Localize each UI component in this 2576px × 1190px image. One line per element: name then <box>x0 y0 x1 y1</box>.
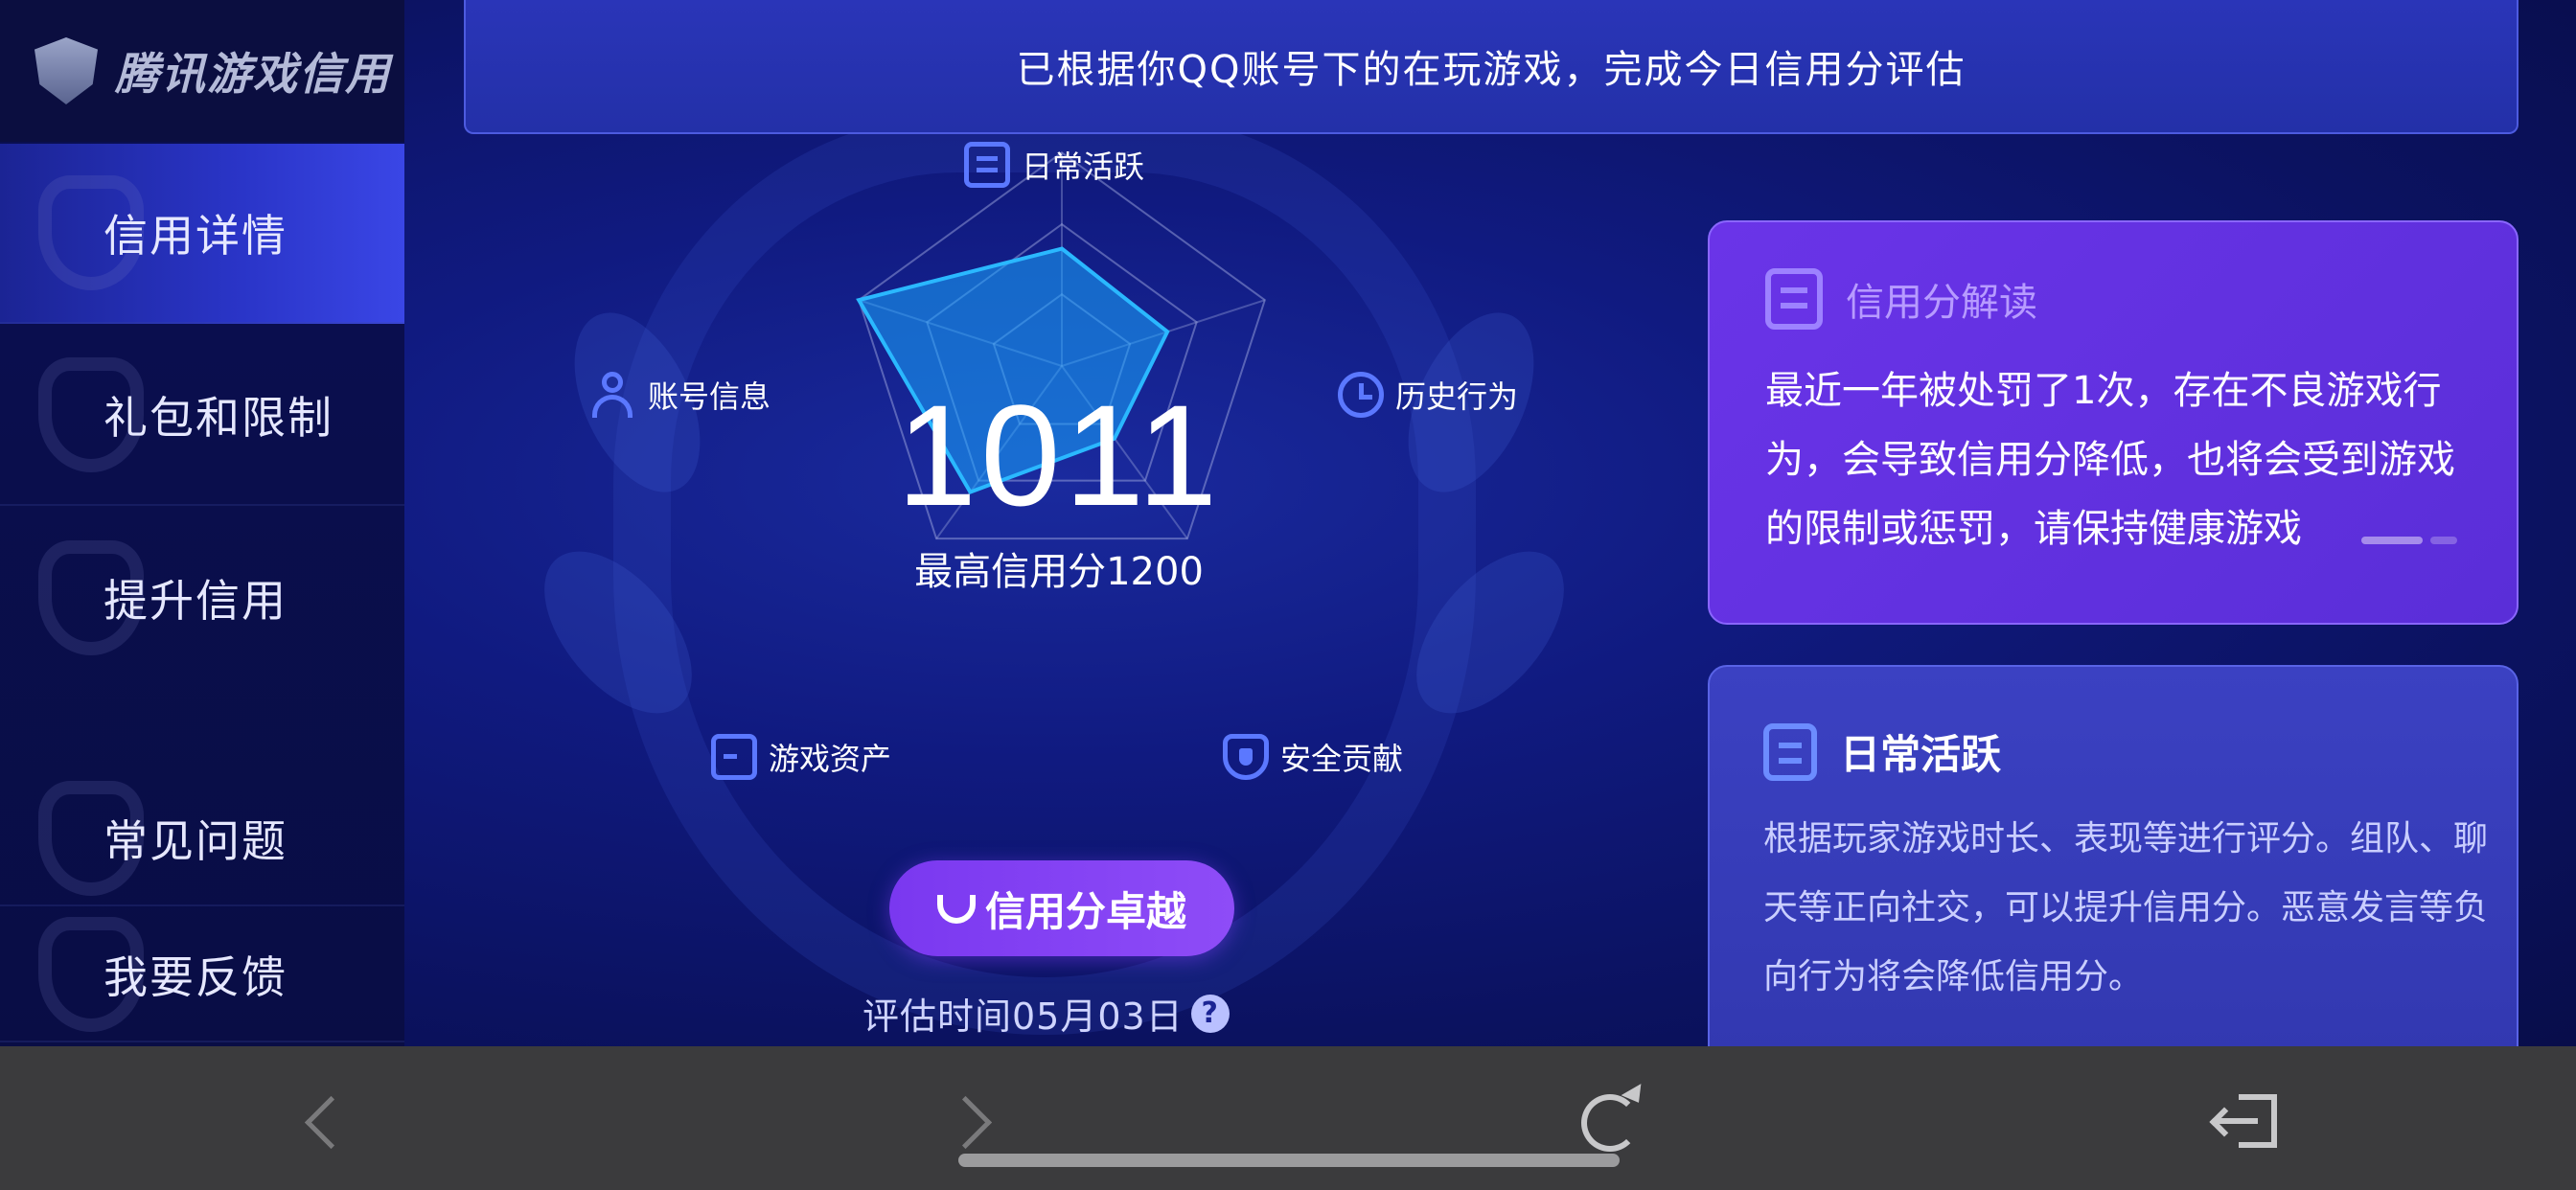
radar-label-daily-active[interactable]: 日常活跃 <box>964 142 1144 188</box>
credit-level-button[interactable]: 信用分卓越 <box>889 860 1234 956</box>
clock-icon <box>1338 372 1384 418</box>
radar-label-text: 账号信息 <box>648 378 771 415</box>
document-icon <box>1763 722 1817 781</box>
card-body-text: 最近一年被处罚了1次，存在不良游戏行为，会导致信用分降低，也将会受到游戏的限制或… <box>1765 369 2455 551</box>
credit-level-label: 信用分卓越 <box>984 887 1186 935</box>
evaluation-time-text: 评估时间05月03日 <box>862 995 1184 1038</box>
credit-score-value: 1011 <box>896 375 1222 536</box>
radar-label-account-info[interactable]: 账号信息 <box>590 372 770 418</box>
radar-label-history-behavior[interactable]: 历史行为 <box>1338 372 1518 418</box>
card-title-text: 信用分解读 <box>1846 281 2037 325</box>
wallet-icon <box>711 734 757 780</box>
exit-button[interactable] <box>2209 1085 2287 1161</box>
forward-button[interactable] <box>930 1085 1006 1161</box>
carousel-indicator[interactable] <box>2354 537 2457 544</box>
smile-icon <box>936 889 976 927</box>
radar-label-text: 安全贡献 <box>1280 741 1404 777</box>
daily-active-card: 日常活跃 根据玩家游戏时长、表现等进行评分。组队、聊天等正向社交，可以提升信用分… <box>1708 665 2518 1067</box>
document-icon <box>1765 268 1823 330</box>
evaluation-time: 评估时间05月03日 ? <box>862 987 1230 1040</box>
chevron-right-icon <box>938 1095 993 1150</box>
user-icon <box>590 372 636 418</box>
credit-interpretation-card: 信用分解读 最近一年被处罚了1次，存在不良游戏行为，会导致信用分降低，也将会受到… <box>1708 220 2518 625</box>
card-title: 信用分解读 <box>1765 268 2037 330</box>
card-body-text: 根据玩家游戏时长、表现等进行评分。组队、聊天等正向社交，可以提升信用分。恶意发言… <box>1763 819 2489 996</box>
card-title-text: 日常活跃 <box>1840 731 2002 778</box>
help-icon[interactable]: ? <box>1190 994 1230 1033</box>
radar-label-text: 日常活跃 <box>1022 149 1145 185</box>
shield-icon <box>1223 734 1269 780</box>
radar-label-text: 历史行为 <box>1395 378 1519 415</box>
max-score-text: 最高信用分1200 <box>914 550 1204 594</box>
home-indicator <box>958 1154 1620 1167</box>
radar-label-security-contribution[interactable]: 安全贡献 <box>1223 734 1403 780</box>
card-title: 日常活跃 <box>1763 722 2001 781</box>
reload-button[interactable] <box>1572 1084 1649 1161</box>
back-button[interactable] <box>288 1085 364 1161</box>
document-icon <box>964 142 1010 188</box>
radar-label-game-assets[interactable]: 游戏资产 <box>711 734 891 780</box>
radar-label-text: 游戏资产 <box>769 741 892 777</box>
chevron-left-icon <box>304 1095 358 1150</box>
browser-toolbar <box>0 1046 2576 1190</box>
